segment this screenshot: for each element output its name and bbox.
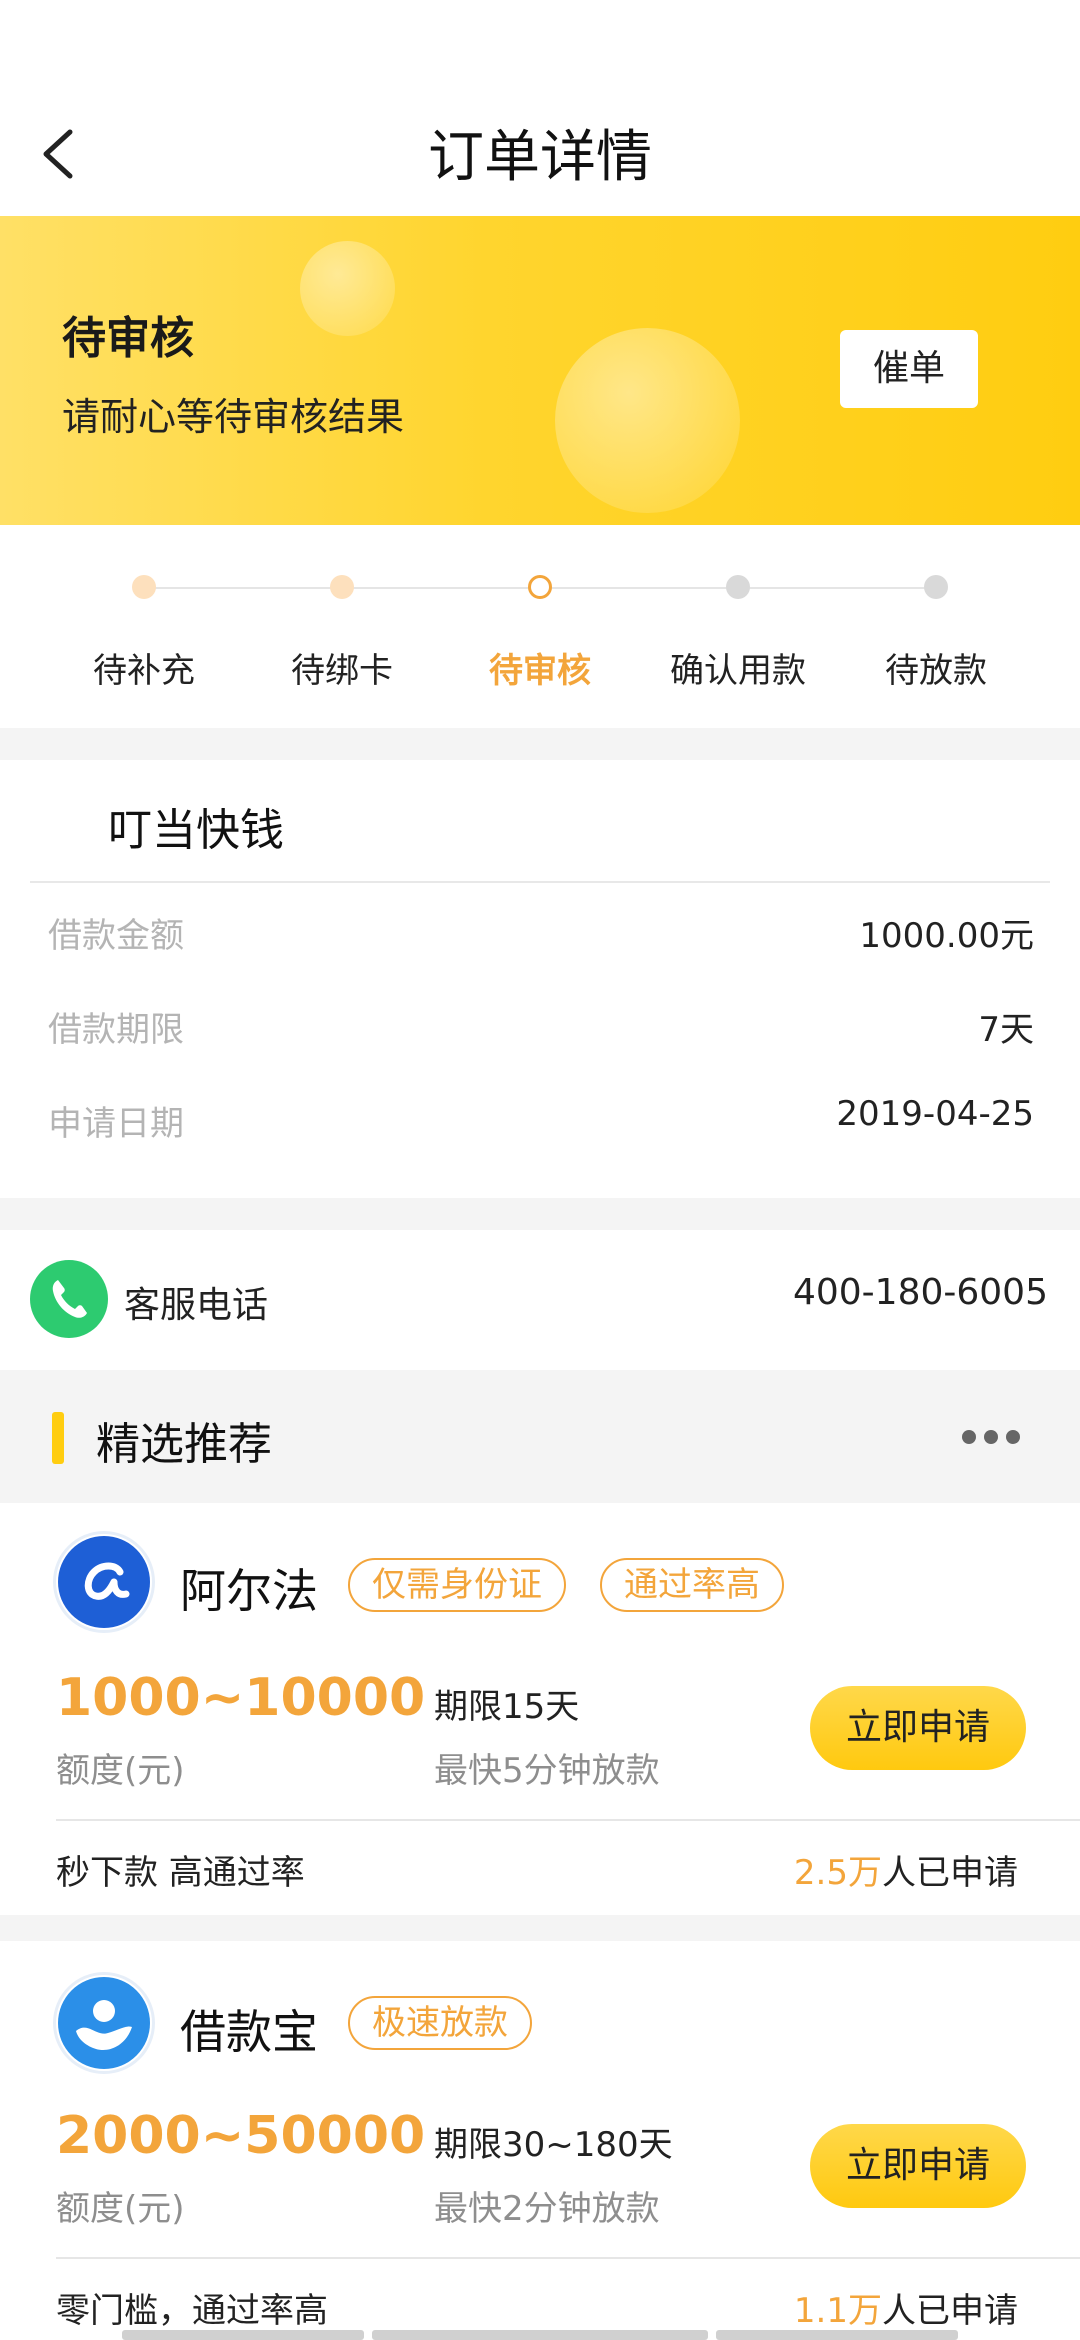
service-label: 客服电话 [124, 1285, 269, 1326]
step-label: 待绑卡 [291, 651, 393, 691]
credit-range: 1000~10000 [56, 1668, 426, 1728]
product-tag: 通过率高 [600, 1558, 784, 1612]
more-options-icon[interactable] [962, 1422, 1032, 1452]
step-label: 待审核 [489, 651, 591, 691]
credit-range: 2000~50000 [56, 2106, 426, 2166]
loan-term: 期限15天 [434, 1687, 580, 1727]
applicant-suffix: 人已申请 [882, 2291, 1018, 2331]
customer-service-row[interactable]: 客服电话 400-180-6005 [0, 1230, 1080, 1370]
progress-steps: 待补充 待绑卡 待审核 确认用款 待放款 [0, 525, 1080, 728]
decorative-bubble [555, 328, 740, 513]
apply-now-button[interactable]: 立即申请 [810, 2124, 1026, 2208]
step-label: 待补充 [93, 651, 195, 691]
loan-amount-label: 借款金额 [48, 916, 184, 956]
step-dot [132, 575, 156, 599]
product-name: 借款宝 [180, 2005, 318, 2059]
apply-date-value: 2019-04-25 [836, 1094, 1034, 1134]
apply-date-label: 申请日期 [48, 1104, 184, 1144]
product-logo-icon [56, 1534, 152, 1630]
step-label: 待放款 [885, 651, 987, 691]
step-label: 确认用款 [670, 651, 806, 691]
step-dot [330, 575, 354, 599]
decorative-bubble [300, 241, 395, 336]
product-card[interactable]: 借款宝 极速放款 2000~50000 额度(元) 期限30~180天 最快2分… [0, 1941, 1080, 2340]
phone-icon [30, 1260, 108, 1338]
applicant-number: 2.5万 [793, 1853, 882, 1893]
loan-term: 期限30~180天 [434, 2125, 673, 2165]
status-description: 请耐心等待审核结果 [62, 395, 405, 439]
recommend-header: 精选推荐 [0, 1370, 1080, 1503]
loan-info-card: 叮当快钱 借款金额 1000.00元 借款期限 7天 申请日期 2019-04-… [0, 760, 1080, 1198]
applicant-count: 1.1万人已申请 [794, 2283, 1018, 2332]
divider [30, 881, 1050, 883]
applicant-count: 2.5万人已申请 [794, 1845, 1018, 1894]
header-bar: 订单详情 [0, 0, 1080, 216]
section-gap [0, 728, 1080, 760]
applicant-number: 1.1万 [793, 2291, 882, 2331]
product-feature: 零门槛，通过率高 [56, 2291, 328, 2331]
page-title: 订单详情 [428, 125, 652, 190]
credit-range-label: 额度(元) [56, 2189, 185, 2229]
urge-button[interactable]: 催单 [840, 330, 978, 408]
section-marker [52, 1412, 64, 1464]
recommend-title: 精选推荐 [96, 1419, 272, 1470]
product-name: 阿尔法 [180, 1564, 318, 1618]
product-tag: 极速放款 [348, 1996, 532, 2050]
credit-range-label: 额度(元) [56, 1751, 185, 1791]
step-dot [726, 575, 750, 599]
applicant-suffix: 人已申请 [882, 1853, 1018, 1893]
disbursement-speed: 最快2分钟放款 [434, 2189, 660, 2229]
product-feature: 秒下款 高通过率 [56, 1853, 305, 1893]
divider [56, 2257, 1080, 2259]
step-dot [924, 575, 948, 599]
product-logo-icon [56, 1975, 152, 2071]
service-phone-number[interactable]: 400-180-6005 [793, 1272, 1048, 1313]
product-card[interactable]: 阿尔法 仅需身份证 通过率高 1000~10000 额度(元) 期限15天 最快… [0, 1503, 1080, 1915]
disbursement-speed: 最快5分钟放款 [434, 1751, 660, 1791]
loan-term-value: 7天 [978, 1010, 1034, 1050]
status-title: 待审核 [62, 313, 194, 364]
loan-term-label: 借款期限 [48, 1010, 184, 1050]
lender-name: 叮当快钱 [108, 805, 284, 856]
divider [56, 1819, 1080, 1821]
section-gap [0, 1198, 1080, 1230]
status-banner: 待审核 请耐心等待审核结果 催单 [0, 216, 1080, 525]
product-tag: 仅需身份证 [348, 1558, 566, 1612]
bottom-tab-edges [0, 2330, 1080, 2340]
section-gap [0, 1915, 1080, 1941]
apply-now-button[interactable]: 立即申请 [810, 1686, 1026, 1770]
loan-amount-value: 1000.00元 [859, 916, 1034, 956]
step-dot [528, 575, 552, 599]
